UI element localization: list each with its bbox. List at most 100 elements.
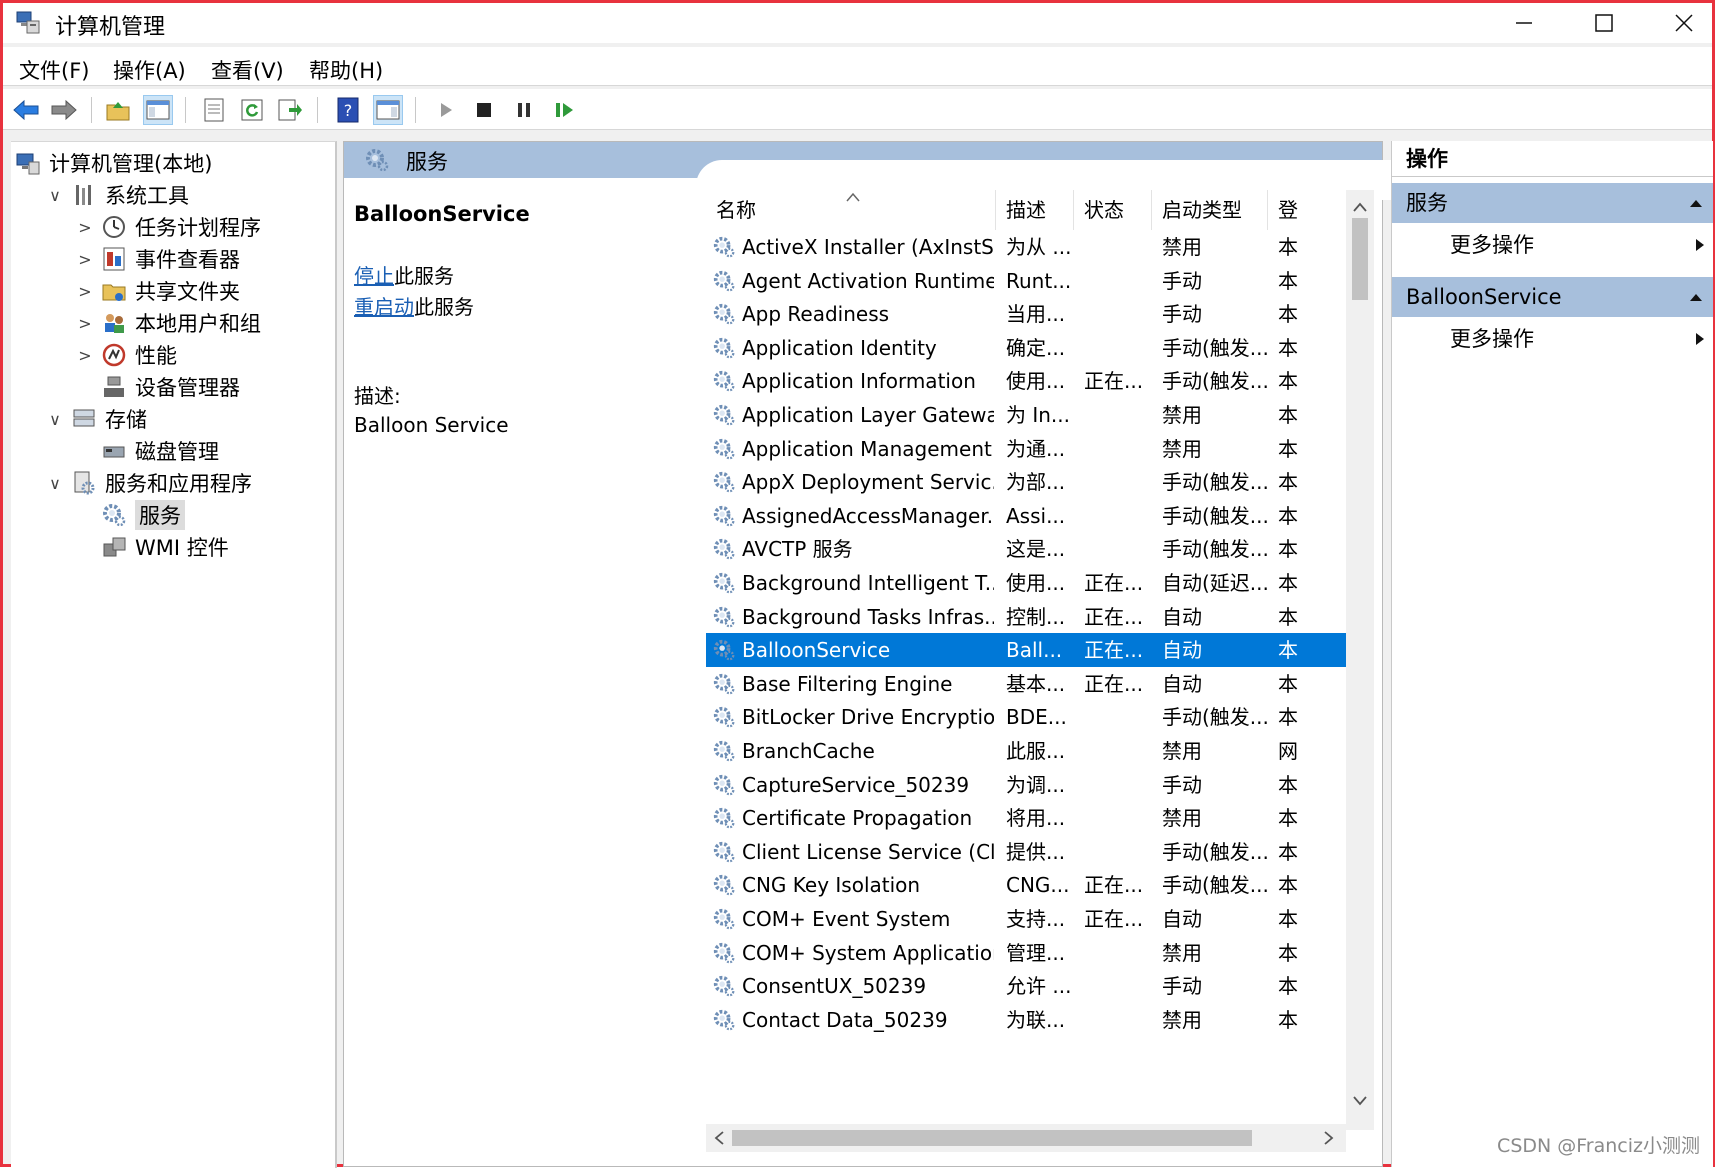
scroll-up-icon[interactable]: [1353, 202, 1367, 212]
collapse-chevron-icon[interactable]: >: [75, 314, 95, 333]
stop-icon: [477, 103, 491, 117]
action-section-balloonservice[interactable]: BalloonService: [1392, 277, 1713, 317]
minimize-button[interactable]: [1493, 3, 1555, 43]
expand-chevron-icon[interactable]: ∨: [45, 410, 65, 429]
table-row[interactable]: AssignedAccessManager... Assi... 手动(触发... 本: [706, 499, 1346, 533]
horizontal-scrollbar[interactable]: [706, 1124, 1346, 1152]
table-row[interactable]: BalloonService Ball... 正在... 自动 本: [706, 633, 1346, 668]
table-row[interactable]: Contact Data_50239 为联... 禁用 本: [706, 1003, 1346, 1037]
export-list-button[interactable]: [275, 95, 305, 125]
show-hide-action-pane-button[interactable]: [373, 95, 403, 125]
expand-chevron-icon[interactable]: ∨: [45, 474, 65, 493]
start-service-button[interactable]: [431, 95, 461, 125]
table-row[interactable]: ActiveX Installer (AxInstSV) 为从 ... 禁用 本: [706, 230, 1346, 264]
column-header-description[interactable]: 描述: [996, 190, 1074, 230]
tree-item-11[interactable]: 服务: [75, 500, 185, 530]
scroll-right-icon[interactable]: [1324, 1131, 1334, 1145]
collapse-up-icon[interactable]: [1689, 292, 1703, 302]
tree-item-7[interactable]: 设备管理器: [75, 372, 240, 402]
service-gear-icon: [713, 976, 735, 997]
refresh-icon: [241, 99, 263, 121]
refresh-button[interactable]: [237, 95, 267, 125]
service-startup-type: 禁用: [1162, 739, 1202, 763]
menu-help[interactable]: 帮助(H): [309, 55, 383, 85]
table-row[interactable]: Application Layer Gatewa... 为 In... 禁用 本: [706, 398, 1346, 432]
table-row[interactable]: BranchCache 此服... 禁用 网: [706, 734, 1346, 768]
table-row[interactable]: Application Information 使用... 正在... 手动(触发..…: [706, 364, 1346, 398]
collapse-chevron-icon[interactable]: >: [75, 282, 95, 301]
wmi-icon: [103, 537, 126, 557]
collapse-chevron-icon[interactable]: >: [75, 250, 95, 269]
pause-service-button[interactable]: [509, 95, 539, 125]
table-row[interactable]: COM+ Event System 支持... 正在... 自动 本: [706, 902, 1346, 936]
table-row[interactable]: CNG Key Isolation CNG... 正在... 手动(触发... 本: [706, 868, 1346, 902]
tree-item-10[interactable]: ∨ 服务和应用程序: [45, 468, 252, 498]
tree-item-4[interactable]: > 共享文件夹: [75, 276, 240, 306]
svg-text:?: ?: [344, 101, 353, 120]
table-row[interactable]: Certificate Propagation 将用... 禁用 本: [706, 801, 1346, 835]
tree-item-6[interactable]: > 性能: [75, 340, 177, 370]
service-description: 确定...: [1006, 335, 1066, 360]
up-level-button[interactable]: [103, 95, 133, 125]
properties-button[interactable]: [199, 95, 229, 125]
service-name: AssignedAccessManager...: [742, 503, 994, 528]
table-row[interactable]: Application Management 为通... 禁用 本: [706, 432, 1346, 466]
horizontal-scroll-thumb[interactable]: [732, 1130, 1252, 1146]
vertical-scroll-thumb[interactable]: [1352, 218, 1368, 300]
tree-item-0[interactable]: 计算机管理(本地): [15, 148, 212, 178]
services-apps-icon: [74, 471, 95, 495]
column-header-startup-type[interactable]: 启动类型: [1152, 190, 1268, 230]
table-row[interactable]: Background Intelligent T... 使用... 正在... 自动(…: [706, 566, 1346, 600]
tree-item-2[interactable]: > 任务计划程序: [75, 212, 261, 242]
table-row[interactable]: Application Identity 确定... 手动(触发... 本: [706, 331, 1346, 365]
stop-service-link[interactable]: 停止: [354, 264, 394, 288]
column-header-name[interactable]: 名称: [706, 190, 996, 230]
service-gear-icon: [713, 875, 735, 896]
table-row[interactable]: Base Filtering Engine 基本... 正在... 自动 本: [706, 667, 1346, 701]
column-header-logon[interactable]: 登: [1268, 190, 1346, 230]
table-row[interactable]: App Readiness 当用... 手动 本: [706, 297, 1346, 331]
forward-button[interactable]: [49, 95, 79, 125]
column-header-status[interactable]: 状态: [1074, 190, 1152, 230]
table-row[interactable]: CaptureService_50239 为调... 手动 本: [706, 768, 1346, 802]
service-description: 使用...: [1006, 369, 1066, 394]
collapse-up-icon[interactable]: [1689, 198, 1703, 208]
tree-item-9[interactable]: 磁盘管理: [75, 436, 219, 466]
tree-item-3[interactable]: > 事件查看器: [75, 244, 240, 274]
table-row[interactable]: Agent Activation Runtime... Runt... 手动 本: [706, 264, 1346, 298]
menu-view[interactable]: 查看(V): [211, 55, 284, 85]
tree-item-5[interactable]: > 本地用户和组: [75, 308, 261, 338]
table-row[interactable]: BitLocker Drive Encryptio... BDE... 手动(触发.…: [706, 700, 1346, 734]
close-button[interactable]: [1653, 3, 1715, 43]
table-row[interactable]: Background Tasks Infras... 控制... 正在... 自动 本: [706, 600, 1346, 634]
table-row[interactable]: AppX Deployment Servic... 为部... 手动(触发... 本: [706, 465, 1346, 499]
more-actions-services[interactable]: 更多操作: [1392, 225, 1713, 265]
collapse-chevron-icon[interactable]: >: [75, 346, 95, 365]
tree-item-12[interactable]: WMI 控件: [75, 532, 229, 562]
service-startup-type: 手动: [1162, 268, 1202, 293]
table-row[interactable]: Client License Service (Cli... 提供... 手动(触发…: [706, 835, 1346, 869]
action-section-services[interactable]: 服务: [1392, 183, 1713, 223]
menu-action[interactable]: 操作(A): [113, 55, 186, 85]
stop-service-button[interactable]: [469, 95, 499, 125]
expand-chevron-icon[interactable]: ∨: [45, 186, 65, 205]
service-logon: 本: [1278, 302, 1298, 327]
menu-file[interactable]: 文件(F): [19, 55, 89, 85]
vertical-scrollbar[interactable]: [1346, 190, 1374, 1130]
tree-item-1[interactable]: ∨ 系统工具: [45, 180, 189, 210]
table-row[interactable]: COM+ System Application 管理... 禁用 本: [706, 936, 1346, 970]
help-button[interactable]: ?: [333, 95, 363, 125]
restart-service-link[interactable]: 重启动: [354, 295, 414, 319]
restart-service-button[interactable]: [549, 95, 579, 125]
scroll-left-icon[interactable]: [714, 1131, 724, 1145]
table-row[interactable]: ConsentUX_50239 允许 ... 手动 本: [706, 969, 1346, 1003]
tree-item-8[interactable]: ∨ 存储: [45, 404, 147, 434]
service-logon: 本: [1278, 974, 1298, 999]
more-actions-balloonservice[interactable]: 更多操作: [1392, 319, 1713, 359]
scroll-down-icon[interactable]: [1353, 1096, 1367, 1106]
table-row[interactable]: AVCTP 服务 这是... 手动(触发... 本: [706, 532, 1346, 566]
maximize-button[interactable]: [1573, 3, 1635, 43]
collapse-chevron-icon[interactable]: >: [75, 218, 95, 237]
back-button[interactable]: [11, 95, 41, 125]
show-hide-tree-button[interactable]: [143, 95, 173, 125]
